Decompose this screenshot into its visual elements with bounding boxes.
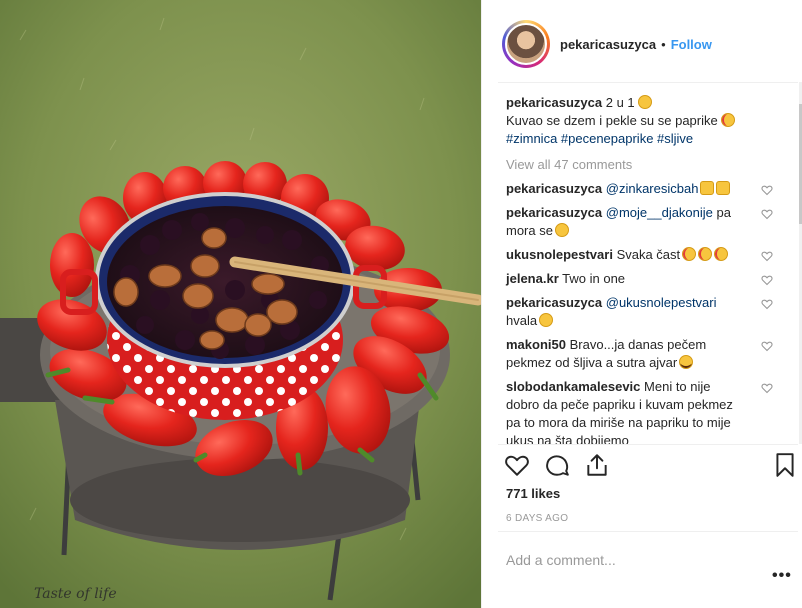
comment-username[interactable]: jelena.kr (506, 271, 559, 286)
header-separator: • (661, 36, 666, 52)
comment-username[interactable]: ukusnolepestvari (506, 247, 613, 262)
share-icon[interactable] (584, 452, 610, 478)
view-all-comments-link[interactable]: View all 47 comments (506, 156, 797, 174)
star-struck-emoji (698, 247, 713, 261)
comment-item: pekaricasuzyca @ukusnolepestvari hvala (506, 294, 797, 330)
caption-line2: Kuvao se dzem i pekle su se paprike (506, 113, 718, 128)
star-struck-emoji (721, 113, 736, 127)
comment-text: hvala (506, 313, 538, 328)
comment-item: pekaricasuzyca @zinkaresicbah (506, 180, 797, 198)
comment-like-heart-icon[interactable] (761, 184, 773, 196)
comment-username[interactable]: makoni50 (506, 337, 566, 352)
hugging-emoji (638, 95, 653, 109)
post-photo-image (0, 0, 481, 608)
post-panel: pekaricasuzyca • Follow pekaricasuzyca 2… (481, 0, 802, 608)
hugging-emoji (554, 223, 569, 237)
owner-username[interactable]: pekaricasuzyca (560, 37, 656, 52)
thumbs-up-emoji (716, 181, 731, 195)
comment-mention[interactable]: @moje__djakonije (606, 205, 713, 220)
laughing-emoji (679, 355, 694, 369)
comment-text: Two in one (562, 271, 626, 286)
actions-divider (498, 444, 798, 445)
comment-item: makoni50 Bravo...ja danas pečem pekmez o… (506, 336, 797, 372)
comment-item: jelena.kr Two in one (506, 270, 797, 288)
watermark-text: Taste of life (34, 586, 117, 602)
caption-line1: 2 u 1 (605, 95, 635, 110)
more-options-button[interactable]: ••• (772, 567, 792, 585)
photo-watermark: Taste of life (34, 586, 117, 602)
comment-item: pekaricasuzyca @moje__djakonije pa mora … (506, 204, 797, 240)
action-bar (482, 452, 802, 482)
comments-section[interactable]: pekaricasuzyca 2 u 1 Kuvao se dzem i pek… (482, 82, 797, 444)
comment-like-heart-icon[interactable] (761, 298, 773, 310)
comment-username[interactable]: pekaricasuzyca (506, 205, 602, 220)
avatar-image (505, 23, 547, 65)
comment-like-heart-icon[interactable] (761, 250, 773, 262)
comment-username[interactable]: pekaricasuzyca (506, 181, 602, 196)
caption-username[interactable]: pekaricasuzyca (506, 95, 602, 110)
comment-list: pekaricasuzyca @zinkaresicbah pekaricasuz… (506, 180, 797, 444)
comment-mention[interactable]: @ukusnolepestvari (606, 295, 717, 310)
comment-item: slobodankamalesevic Meni to nije dobro d… (506, 378, 797, 444)
comment-username[interactable]: slobodankamalesevic (506, 379, 640, 394)
comment-mention[interactable]: @zinkaresicbah (606, 181, 699, 196)
add-comment-divider (498, 531, 798, 532)
comment-item: ukusnolepestvari Svaka čast (506, 246, 797, 264)
comment-text: Svaka čast (616, 247, 681, 262)
star-struck-emoji (714, 247, 729, 261)
post-timestamp[interactable]: 6 DAYS AGO (506, 513, 568, 524)
likes-count[interactable]: 771 likes (506, 486, 560, 501)
comment-username[interactable]: pekaricasuzyca (506, 295, 602, 310)
bookmark-icon[interactable] (772, 452, 798, 478)
comment-like-heart-icon[interactable] (761, 208, 773, 220)
post-header: pekaricasuzyca • Follow (482, 14, 802, 74)
star-struck-emoji (682, 247, 697, 261)
like-heart-icon[interactable] (504, 452, 530, 478)
caption: pekaricasuzyca 2 u 1 Kuvao se dzem i pek… (506, 94, 797, 148)
comment-like-heart-icon[interactable] (761, 340, 773, 352)
comment-icon[interactable] (544, 452, 570, 478)
avatar[interactable] (502, 20, 550, 68)
caption-hashtags[interactable]: #zimnica #pecenepaprike #sljive (506, 131, 693, 146)
follow-button[interactable]: Follow (671, 37, 712, 52)
hugging-emoji (539, 313, 554, 327)
comment-like-heart-icon[interactable] (761, 274, 773, 286)
add-comment-input[interactable] (506, 551, 746, 569)
post-photo[interactable]: Taste of life (0, 0, 481, 608)
thumbs-up-emoji (700, 181, 715, 195)
comment-like-heart-icon[interactable] (761, 382, 773, 394)
